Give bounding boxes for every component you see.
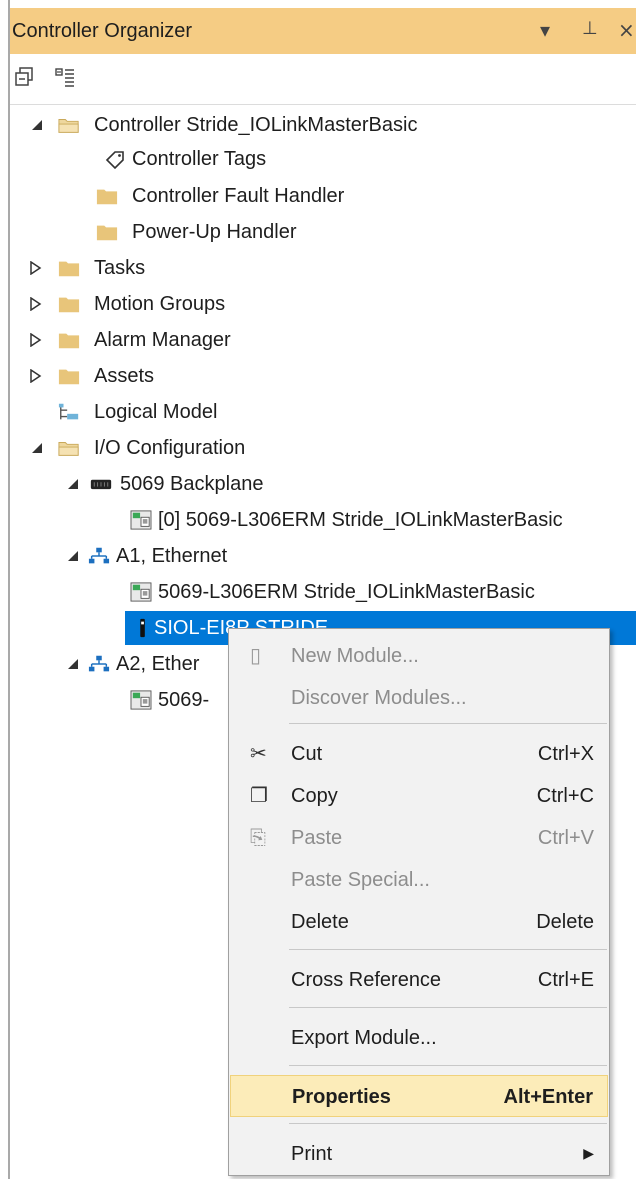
collapsed-arrow-icon[interactable] [28,297,42,311]
tree-item-backplane-module[interactable]: [0] 5069-L306ERM Stride_IOLinkMasterBasi… [0,503,636,537]
collapsed-arrow-icon[interactable] [28,369,42,383]
logical-model-icon [58,403,79,420]
tree-item-assets[interactable]: Assets [0,359,636,393]
tree-item-fault-handler[interactable]: Controller Fault Handler [0,179,636,213]
tree-item-alarm-manager[interactable]: Alarm Manager [0,323,636,357]
menu-item-discover-modules[interactable]: Discover Modules... [230,677,608,717]
backplane-icon [90,479,112,490]
tree-item-label: 5069-L306ERM Stride_IOLinkMasterBasic [158,581,535,603]
tree-item-label: [0] 5069-L306ERM Stride_IOLinkMasterBasi… [158,509,563,531]
folder-icon [58,261,80,277]
tree-item-a1-ethernet[interactable]: A1, Ethernet [0,539,636,573]
collapsed-arrow-icon[interactable] [28,261,42,275]
collapsed-arrow-icon[interactable] [28,333,42,347]
tree-item-a1-module[interactable]: 5069-L306ERM Stride_IOLinkMasterBasic [0,575,636,609]
menu-item-paste-special[interactable]: Paste Special... [230,859,608,899]
tree-item-label: A2, Ether [116,653,200,675]
tree-item-label: Controller Tags [132,148,267,170]
folder-icon [58,369,80,385]
tree-item-controller-tags[interactable]: Controller Tags [0,142,636,176]
tree-item-label: Assets [94,365,155,387]
submenu-arrow-icon: ▶ [583,1145,594,1161]
folder-icon [96,189,118,205]
menu-item-cross-reference[interactable]: Cross Reference Ctrl+E [230,959,608,999]
ethernet-network-icon [88,655,110,672]
menu-separator [289,1007,607,1008]
tree-item-logical-model[interactable]: Logical Model [0,395,636,429]
expanded-arrow-icon[interactable] [30,441,44,455]
context-menu: ▯ New Module... Discover Modules... ✂ Cu… [228,628,610,1176]
ethernet-network-icon [88,547,110,564]
expanded-arrow-icon[interactable] [66,549,80,563]
scissors-icon: ✂ [250,741,267,765]
tag-icon [105,151,124,169]
folder-icon [58,297,80,313]
folder-icon [96,225,118,241]
menu-separator [289,1123,607,1124]
tree-item-a2-module[interactable]: 5069- [0,683,228,717]
controller-module-icon [130,582,152,602]
menu-item-cut[interactable]: ✂ Cut Ctrl+X [230,733,608,773]
menu-separator [289,1065,607,1066]
menu-item-paste[interactable]: ⎘ Paste Ctrl+V [230,817,608,857]
tree-item-label: Controller Stride_IOLinkMasterBasic [94,114,418,136]
tree-item-label: 5069- [158,689,210,711]
tree-item-label: Logical Model [94,401,218,423]
tree-item-backplane[interactable]: 5069 Backplane [0,467,636,501]
menu-separator [289,949,607,950]
tree-item-powerup-handler[interactable]: Power-Up Handler [0,215,636,249]
tree-item-motion-groups[interactable]: Motion Groups [0,287,636,321]
open-folder-icon [58,442,79,456]
tree-item-controller[interactable]: Controller Stride_IOLinkMasterBasic [0,108,636,142]
tree-item-label: A1, Ethernet [116,545,228,567]
copy-icon: ❐ [250,783,268,807]
paste-icon: ⎘ [250,825,266,849]
tree-item-io-configuration[interactable]: I/O Configuration [0,431,636,465]
menu-item-export-module[interactable]: Export Module... [230,1017,608,1057]
expanded-arrow-icon[interactable] [30,118,44,132]
controller-module-icon [130,690,152,710]
tree-item-label: 5069 Backplane [120,473,264,495]
io-link-device-icon [140,618,145,638]
new-module-icon: ▯ [250,643,262,667]
menu-item-delete[interactable]: Delete Delete [230,901,608,941]
menu-item-new-module[interactable]: ▯ New Module... [230,635,608,675]
tree-item-label: Motion Groups [94,293,226,315]
open-folder-icon [58,119,79,133]
tree-item-label: Alarm Manager [94,329,231,351]
menu-item-copy[interactable]: ❐ Copy Ctrl+C [230,775,608,815]
tree-item-tasks[interactable]: Tasks [0,251,636,285]
menu-item-print[interactable]: Print ▶ [230,1133,608,1173]
tree-item-label: Tasks [94,257,146,279]
tree-item-label: I/O Configuration [94,437,246,459]
expanded-arrow-icon[interactable] [66,477,80,491]
tree-item-label: Power-Up Handler [132,221,297,243]
expanded-arrow-icon[interactable] [66,657,80,671]
menu-separator [289,723,607,724]
folder-icon [58,333,80,349]
tree-item-label: Controller Fault Handler [132,185,345,207]
menu-item-properties[interactable]: Properties Alt+Enter [230,1075,608,1117]
controller-module-icon [130,510,152,530]
